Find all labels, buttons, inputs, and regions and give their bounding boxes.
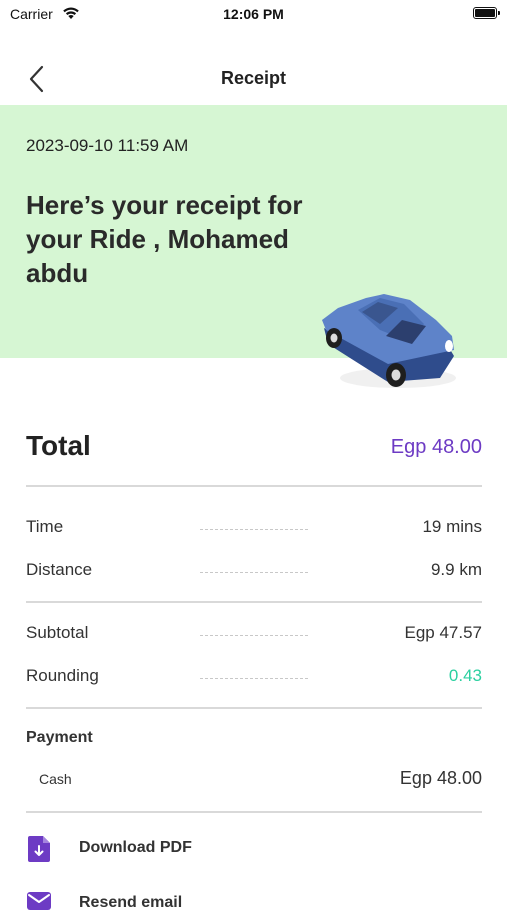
status-bar: Carrier 12:06 PM bbox=[0, 0, 507, 30]
car-icon bbox=[318, 290, 463, 395]
time-row: Time 19 mins bbox=[26, 517, 482, 541]
dashed-leader bbox=[200, 635, 308, 636]
download-pdf-button[interactable]: Download PDF bbox=[26, 835, 482, 865]
payment-title: Payment bbox=[26, 729, 93, 746]
subtotal-row: Subtotal Egp 47.57 bbox=[26, 623, 482, 647]
subtotal-value: Egp 47.57 bbox=[404, 623, 482, 642]
rounding-row: Rounding 0.43 bbox=[26, 666, 482, 690]
dashed-leader bbox=[200, 572, 308, 573]
email-icon bbox=[26, 890, 52, 918]
rounding-label: Rounding bbox=[26, 666, 99, 685]
download-pdf-label: Download PDF bbox=[79, 839, 192, 856]
battery-icon bbox=[473, 7, 500, 19]
resend-email-label: Resend email bbox=[79, 894, 183, 911]
page-title: Receipt bbox=[220, 68, 287, 88]
receipt-heading: Here’s your receipt for your Ride , Moha… bbox=[26, 190, 303, 288]
dashed-leader bbox=[200, 678, 308, 679]
resend-email-button[interactable]: Resend email bbox=[26, 890, 482, 920]
nav-bar: Receipt bbox=[0, 50, 507, 106]
payment-method: Cash bbox=[39, 771, 72, 787]
divider bbox=[26, 601, 482, 603]
distance-value: 9.9 km bbox=[430, 560, 482, 579]
divider bbox=[26, 485, 482, 487]
total-label: Total bbox=[26, 430, 91, 461]
subtotal-label: Subtotal bbox=[26, 623, 89, 642]
rounding-value: 0.43 bbox=[448, 666, 482, 685]
time-value: 19 mins bbox=[422, 517, 482, 536]
total-value: Egp 48.00 bbox=[390, 436, 482, 458]
distance-row: Distance 9.9 km bbox=[26, 560, 482, 584]
distance-label: Distance bbox=[26, 560, 93, 579]
time-label: Time bbox=[26, 517, 64, 536]
divider bbox=[26, 707, 482, 709]
pdf-file-icon bbox=[26, 835, 52, 863]
status-time: 12:06 PM bbox=[223, 6, 284, 22]
payment-amount: Egp 48.00 bbox=[399, 768, 482, 788]
dashed-leader bbox=[200, 529, 308, 530]
receipt-date: 2023-09-10 11:59 AM bbox=[26, 136, 189, 155]
total-row: Total Egp 48.00 bbox=[26, 430, 482, 470]
divider bbox=[26, 811, 482, 813]
